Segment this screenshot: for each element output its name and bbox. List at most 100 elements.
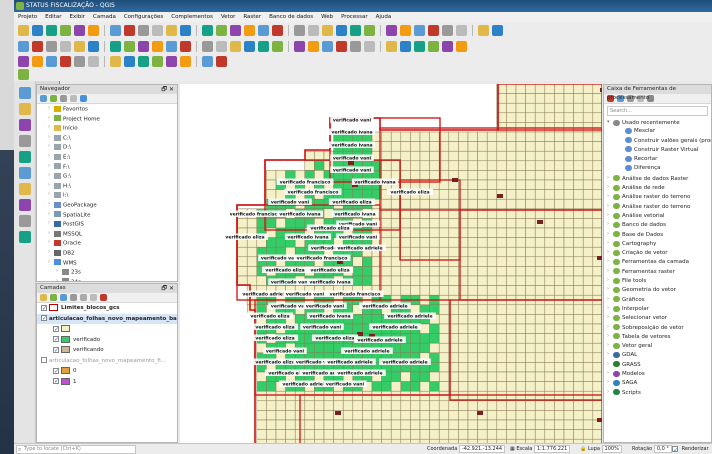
toolbox-item[interactable]: › Cartography (604, 239, 711, 248)
toolbox-item[interactable]: Recortar (604, 155, 711, 164)
coordinate-field[interactable]: -42.921,-13.244 (458, 444, 506, 453)
layer-row[interactable]: 1 (37, 377, 177, 388)
layer-visibility-checkbox[interactable] (53, 325, 59, 335)
browser-item[interactable]: › E:\ (37, 152, 177, 162)
filter-icon[interactable] (60, 95, 67, 102)
project-tool-icon-18[interactable] (294, 25, 305, 36)
digitize-tool-icon-26[interactable] (414, 41, 425, 52)
project-tool-icon-14[interactable] (230, 25, 241, 36)
menu-item-1[interactable]: Editar (45, 12, 61, 22)
project-tool-icon-16[interactable] (258, 25, 269, 36)
add-layer-icon[interactable] (50, 95, 57, 102)
toolbox-item[interactable]: › SAGA (604, 378, 711, 387)
rotation-field[interactable]: 0,0 ° (653, 444, 672, 453)
collapse-icon[interactable] (70, 95, 77, 102)
browser-item[interactable]: › DB2 (37, 248, 177, 258)
toolbox-search-input[interactable]: Search... (607, 106, 708, 116)
browser-item[interactable]: › Início (37, 123, 177, 133)
layer-visibility-checkbox[interactable] (41, 304, 47, 314)
label-tool-icon-7[interactable] (124, 55, 135, 67)
locator-search-input[interactable]: Type to locate (Ctrl+K) (16, 445, 136, 454)
digitize-tool-icon-1[interactable] (32, 41, 43, 52)
add-layer-tool-icon-7[interactable] (19, 199, 31, 211)
menu-item-0[interactable]: Projeto (18, 12, 37, 22)
digitize-tool-icon-9[interactable] (152, 41, 163, 52)
menu-item-8[interactable]: Banco de dados (269, 12, 313, 22)
digitize-tool-icon-6[interactable] (110, 41, 121, 52)
toolbox-item[interactable]: › GDAL (604, 350, 711, 359)
expand-icon[interactable] (80, 294, 87, 301)
menu-item-5[interactable]: Complementos (171, 12, 213, 22)
browser-item[interactable]: › Project Home (37, 114, 177, 124)
symbol-swatch[interactable] (49, 304, 58, 311)
browser-item[interactable]: › Oracle (37, 238, 177, 248)
layer-row[interactable]: articulacao_folhas_novo_mapeamento_ba (37, 313, 177, 325)
menu-item-3[interactable]: Camada (93, 12, 116, 22)
digitize-tool-icon-3[interactable] (60, 41, 71, 52)
toolbox-item[interactable]: › GRASS (604, 360, 711, 369)
browser-item[interactable]: › Favoritos (37, 104, 177, 114)
project-tool-icon-26[interactable] (414, 25, 425, 36)
layer-row[interactable]: 0 (37, 366, 177, 377)
project-tool-icon-28[interactable] (442, 25, 453, 36)
project-tool-icon-11[interactable] (180, 25, 191, 36)
browser-item[interactable]: › GeoPackage (37, 200, 177, 210)
info-icon[interactable] (80, 95, 87, 102)
label-tool-icon-1[interactable] (32, 55, 43, 67)
scale-field[interactable]: 1:1.776.221 (533, 444, 571, 453)
digitize-tool-icon-8[interactable] (138, 41, 149, 52)
menu-item-7[interactable]: Raster (243, 12, 261, 22)
toolbox-item[interactable]: Construir valões gerais (proced) (604, 137, 711, 146)
project-tool-icon-6[interactable] (110, 25, 121, 36)
digitize-tool-icon-27[interactable] (428, 41, 439, 52)
digitize-tool-icon-2[interactable] (46, 41, 57, 52)
menu-item-9[interactable]: Web (321, 12, 333, 22)
browser-item[interactable]: › MSSQL (37, 229, 177, 239)
layer-visibility-checkbox[interactable] (41, 357, 47, 363)
project-tool-icon-22[interactable] (350, 25, 361, 36)
project-tool-icon-13[interactable] (216, 25, 227, 36)
digitize-tool-icon-24[interactable] (386, 41, 397, 52)
project-tool-icon-30[interactable] (478, 25, 489, 36)
lock-icon[interactable]: 🔒 (580, 446, 586, 452)
layer-row[interactable]: Limites_blocos_gcs (37, 303, 177, 314)
digitize-tool-icon-17[interactable] (272, 41, 283, 52)
symbol-swatch[interactable] (61, 367, 70, 374)
toolbox-item[interactable]: › Vetor geral (604, 341, 711, 350)
layer-visibility-checkbox[interactable] (41, 314, 47, 325)
add-layer-tool-icon-0[interactable] (19, 87, 31, 99)
toolbox-item[interactable]: › Análise vetorial (604, 211, 711, 220)
digitize-tool-icon-23[interactable] (364, 41, 375, 52)
toolbox-item[interactable]: › Gráficos (604, 295, 711, 304)
label-tool-icon-6[interactable] (110, 55, 121, 67)
project-tool-icon-25[interactable] (400, 25, 411, 36)
toolbox-item[interactable]: › Criação de vetor (604, 248, 711, 257)
label-tool-icon-9[interactable] (152, 55, 163, 67)
project-tool-icon-19[interactable] (308, 25, 319, 36)
project-tool-icon-3[interactable] (60, 25, 71, 36)
digitize-tool-icon-10[interactable] (166, 41, 177, 52)
add-layer-tool-icon-2[interactable] (19, 119, 31, 131)
toolbox-item[interactable]: › Análise raster do terreno (604, 202, 711, 211)
digitize-tool-icon-12[interactable] (202, 41, 213, 52)
project-tool-icon-24[interactable] (386, 25, 397, 36)
menu-item-11[interactable]: Ajuda (376, 12, 392, 22)
add-layer-tool-icon-8[interactable] (19, 215, 31, 227)
add-layer-tool-icon-4[interactable] (19, 151, 31, 163)
digitize-tool-icon-21[interactable] (336, 41, 347, 52)
project-tool-icon-8[interactable] (138, 25, 149, 36)
add-layer-tool-icon-5[interactable] (19, 167, 31, 179)
symbol-swatch[interactable] (61, 325, 70, 332)
layer-visibility-checkbox[interactable] (53, 346, 59, 356)
toolbox-item[interactable]: › Análise de rede (604, 183, 711, 192)
toolbox-item[interactable]: › Análise raster do terreno (604, 192, 711, 201)
layer-row[interactable]: verificado (37, 335, 177, 346)
refresh-icon[interactable] (40, 95, 47, 102)
digitize-tool-icon-29[interactable] (456, 41, 467, 52)
add-layer-tool-icon-3[interactable] (19, 135, 31, 147)
filter-legend-icon[interactable] (70, 294, 77, 301)
symbol-swatch[interactable] (61, 335, 70, 343)
digitize-tool-icon-22[interactable] (350, 41, 361, 52)
project-tool-icon-27[interactable] (428, 25, 439, 36)
toolbox-item[interactable]: Mesclar (604, 127, 711, 136)
